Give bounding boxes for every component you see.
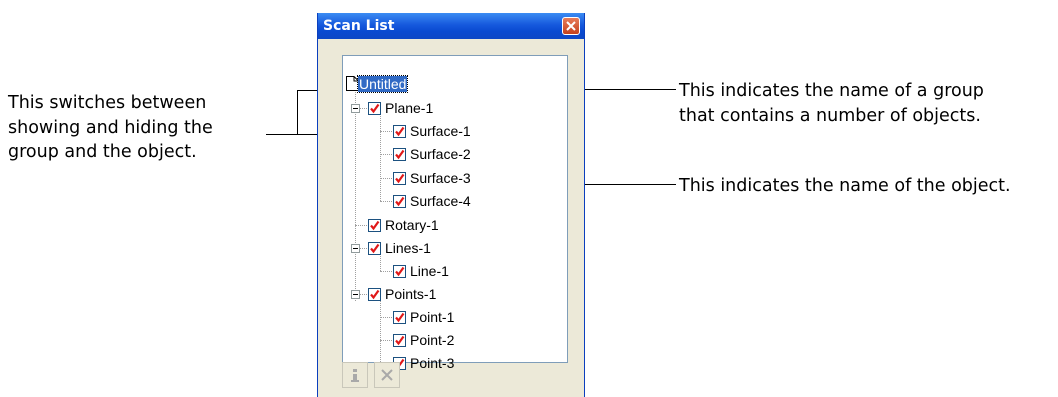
visibility-checkbox[interactable] xyxy=(393,172,406,185)
tree-root-label[interactable]: Untitled xyxy=(356,75,409,93)
info-icon xyxy=(351,369,359,382)
window-title: Scan List xyxy=(323,18,395,34)
object-label[interactable]: Surface-1 xyxy=(410,123,471,139)
tree-connector xyxy=(380,201,394,202)
check-icon xyxy=(395,173,405,184)
close-button[interactable] xyxy=(562,17,580,35)
object-label[interactable]: Surface-2 xyxy=(410,146,471,162)
leader-line-visibility-vertical xyxy=(297,90,298,135)
group-label[interactable]: Points-1 xyxy=(385,286,436,302)
annotation-group-name: This indicates the name of a group that … xyxy=(679,79,984,128)
tree-connector xyxy=(380,154,394,155)
scan-list-window: Scan List Untitled Plane-1 Surface-1 Sur… xyxy=(317,13,585,397)
tree-root[interactable]: Untitled xyxy=(346,74,446,94)
tree-item-point-1[interactable]: Point-1 xyxy=(393,307,513,327)
object-label[interactable]: Surface-4 xyxy=(410,193,471,209)
check-icon xyxy=(370,243,380,254)
tree-connector xyxy=(380,178,394,179)
visibility-checkbox[interactable] xyxy=(368,219,381,232)
tree-connector xyxy=(355,82,356,301)
delete-button[interactable] xyxy=(374,362,400,388)
annotation-visibility-toggle: This switches between showing and hiding… xyxy=(8,91,213,165)
annotation-line: that contains a number of objects. xyxy=(679,105,981,126)
check-icon xyxy=(395,335,405,346)
visibility-checkbox[interactable] xyxy=(393,125,406,138)
group-label[interactable]: Lines-1 xyxy=(385,240,431,256)
tree-item-plane-1[interactable]: Plane-1 xyxy=(368,98,488,118)
check-icon xyxy=(395,196,405,207)
tree-item-surface-2[interactable]: Surface-2 xyxy=(393,144,513,164)
tree-item-surface-1[interactable]: Surface-1 xyxy=(393,121,513,141)
tree-item-rotary-1[interactable]: Rotary-1 xyxy=(368,215,488,235)
object-label[interactable]: Point-2 xyxy=(410,332,454,348)
check-icon xyxy=(370,220,380,231)
annotation-line: This indicates the name of the object. xyxy=(679,176,1011,196)
check-icon xyxy=(370,103,380,114)
object-label[interactable]: Point-1 xyxy=(410,309,454,325)
tree-item-line-1[interactable]: Line-1 xyxy=(393,261,513,281)
tree-item-surface-4[interactable]: Surface-4 xyxy=(393,191,513,211)
scan-tree[interactable]: Untitled Plane-1 Surface-1 Surface-2 Sur… xyxy=(342,55,568,371)
leader-line-visibility xyxy=(266,134,298,135)
visibility-checkbox[interactable] xyxy=(368,102,381,115)
object-label[interactable]: Rotary-1 xyxy=(385,217,439,233)
check-icon xyxy=(395,312,405,323)
tree-item-point-3[interactable]: Point-3 xyxy=(393,353,513,373)
annotation-line: showing and hiding the xyxy=(8,117,213,138)
annotation-line: This indicates the name of a group xyxy=(679,81,984,101)
tree-connector xyxy=(380,271,394,272)
tree-item-points-1[interactable]: Points-1 xyxy=(368,284,488,304)
check-icon xyxy=(395,126,405,137)
tree-item-surface-3[interactable]: Surface-3 xyxy=(393,168,513,188)
tree-connector xyxy=(355,225,369,226)
tree-connector xyxy=(380,340,394,341)
collapse-toggle-lines-1[interactable] xyxy=(351,244,360,253)
title-bar[interactable]: Scan List xyxy=(318,13,584,39)
visibility-checkbox[interactable] xyxy=(393,311,406,324)
tree-item-point-2[interactable]: Point-2 xyxy=(393,330,513,350)
visibility-checkbox[interactable] xyxy=(393,148,406,161)
object-label[interactable]: Line-1 xyxy=(410,263,449,279)
object-label[interactable]: Surface-3 xyxy=(410,170,471,186)
group-label[interactable]: Plane-1 xyxy=(385,100,433,116)
tree-item-lines-1[interactable]: Lines-1 xyxy=(368,238,488,258)
visibility-checkbox[interactable] xyxy=(393,265,406,278)
annotation-line: group and the object. xyxy=(8,142,197,162)
annotation-line: This switches between xyxy=(8,93,207,113)
check-icon xyxy=(395,149,405,160)
visibility-checkbox[interactable] xyxy=(393,334,406,347)
info-button[interactable] xyxy=(342,362,368,388)
visibility-checkbox[interactable] xyxy=(368,242,381,255)
tree-connector xyxy=(380,131,394,132)
tree-connector xyxy=(380,317,394,318)
delete-icon xyxy=(381,369,393,381)
visibility-checkbox[interactable] xyxy=(393,195,406,208)
object-label[interactable]: Point-3 xyxy=(410,355,454,371)
visibility-checkbox[interactable] xyxy=(368,288,381,301)
check-icon xyxy=(370,289,380,300)
check-icon xyxy=(395,266,405,277)
tree-connector xyxy=(380,114,381,201)
collapse-toggle-points-1[interactable] xyxy=(351,290,360,299)
tree-connector xyxy=(380,300,381,364)
close-icon xyxy=(566,21,576,31)
annotation-object-name: This indicates the name of the object. xyxy=(679,174,1011,199)
collapse-toggle-plane-1[interactable] xyxy=(351,104,360,113)
